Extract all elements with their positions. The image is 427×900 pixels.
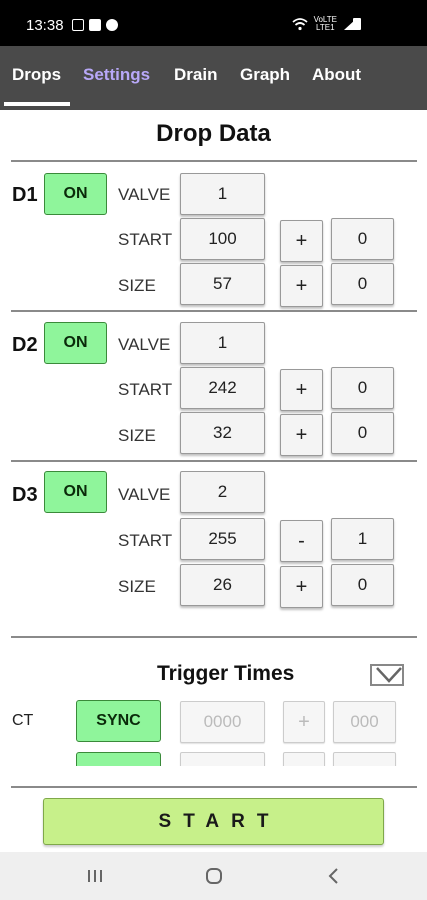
divider — [11, 786, 417, 788]
network-label-bottom: LTE1 — [316, 23, 335, 32]
trigger-next-value-field[interactable]: 711 — [180, 752, 265, 766]
tab-graph[interactable]: Graph — [240, 65, 290, 85]
page-title: Drop Data — [156, 120, 271, 147]
check-icon — [89, 19, 101, 31]
valve-field[interactable]: 1 — [180, 322, 265, 364]
back-icon — [328, 868, 338, 884]
start-field[interactable]: 255 — [180, 518, 265, 560]
size-offset-field[interactable]: 0 — [331, 412, 394, 454]
sync-button[interactable]: SYNC — [76, 700, 161, 742]
size-field[interactable]: 26 — [180, 564, 265, 606]
home-icon — [206, 868, 222, 884]
trigger-times-checkbox[interactable] — [370, 664, 404, 686]
start-sign-button[interactable]: + — [280, 220, 323, 262]
tab-settings[interactable]: Settings — [83, 65, 150, 85]
system-icons: VoLTE LTE1 — [291, 16, 357, 32]
trigger-sign-button[interactable]: + — [283, 701, 325, 743]
divider — [11, 160, 417, 162]
valve-field[interactable]: 2 — [180, 471, 265, 513]
valve-label: VALVE — [118, 185, 171, 204]
trigger-offset-field[interactable]: 000 — [333, 701, 396, 743]
start-offset-field[interactable]: 1 — [331, 518, 394, 560]
tab-about[interactable]: About — [312, 65, 361, 85]
recent-apps-icon — [88, 870, 102, 882]
size-label: SIZE — [118, 276, 156, 295]
system-nav-bar — [0, 852, 427, 900]
status-bar: 13:38 VoLTE LTE1 — [0, 0, 427, 46]
start-button[interactable]: START — [43, 798, 384, 845]
valve-field[interactable]: 1 — [180, 173, 265, 215]
network-label: VoLTE LTE1 — [314, 16, 337, 32]
trigger-next-offset-field[interactable]: 000 — [333, 752, 396, 766]
start-label: START — [118, 230, 173, 249]
image-icon — [72, 19, 84, 31]
notification-icons — [72, 19, 118, 31]
home-button[interactable] — [202, 864, 226, 888]
start-field[interactable]: 100 — [180, 218, 265, 260]
drop-toggle-button[interactable]: ON — [44, 173, 107, 215]
start-offset-field[interactable]: 0 — [331, 218, 394, 260]
drop-label: D1 — [12, 184, 38, 206]
size-sign-button[interactable]: + — [280, 265, 323, 307]
valve-label: VALVE — [118, 485, 171, 504]
trigger-next-toggle[interactable]: ON — [76, 752, 161, 766]
size-sign-button[interactable]: + — [280, 566, 323, 608]
start-label: START — [118, 380, 173, 399]
tab-bar: Drops Settings Drain Graph About — [0, 46, 427, 110]
drop-toggle-button[interactable]: ON — [44, 322, 107, 364]
start-label: START — [118, 531, 173, 550]
trigger-times-title: Trigger Times — [157, 662, 295, 685]
start-offset-field[interactable]: 0 — [331, 367, 394, 409]
recent-apps-button[interactable] — [83, 864, 107, 888]
size-offset-field[interactable]: 0 — [331, 263, 394, 305]
drop-label: D2 — [12, 334, 38, 356]
ct-label: CT — [12, 712, 34, 729]
trigger-next-sign-button[interactable] — [283, 752, 325, 766]
wifi-icon — [291, 18, 308, 31]
drop-label: D3 — [12, 484, 38, 506]
size-label: SIZE — [118, 577, 156, 596]
trigger-value-field[interactable]: 0000 — [180, 701, 265, 743]
battery-icon — [353, 18, 361, 30]
active-tab-indicator — [4, 102, 70, 106]
circle-icon — [106, 19, 118, 31]
start-sign-button[interactable]: - — [280, 520, 323, 562]
size-label: SIZE — [118, 426, 156, 445]
drop-toggle-button[interactable]: ON — [44, 471, 107, 513]
trigger-next-row: ON 711 000 — [0, 752, 427, 766]
valve-label: VALVE — [118, 335, 171, 354]
start-sign-button[interactable]: + — [280, 369, 323, 411]
tab-drain[interactable]: Drain — [174, 65, 217, 85]
tab-drops[interactable]: Drops — [12, 65, 61, 85]
size-field[interactable]: 57 — [180, 263, 265, 305]
divider — [11, 310, 417, 312]
divider — [11, 636, 417, 638]
chevron-down-icon — [376, 667, 402, 683]
status-time: 13:38 — [26, 17, 64, 34]
back-button[interactable] — [322, 864, 346, 888]
divider — [11, 460, 417, 462]
size-field[interactable]: 32 — [180, 412, 265, 454]
size-offset-field[interactable]: 0 — [331, 564, 394, 606]
size-sign-button[interactable]: + — [280, 414, 323, 456]
start-field[interactable]: 242 — [180, 367, 265, 409]
